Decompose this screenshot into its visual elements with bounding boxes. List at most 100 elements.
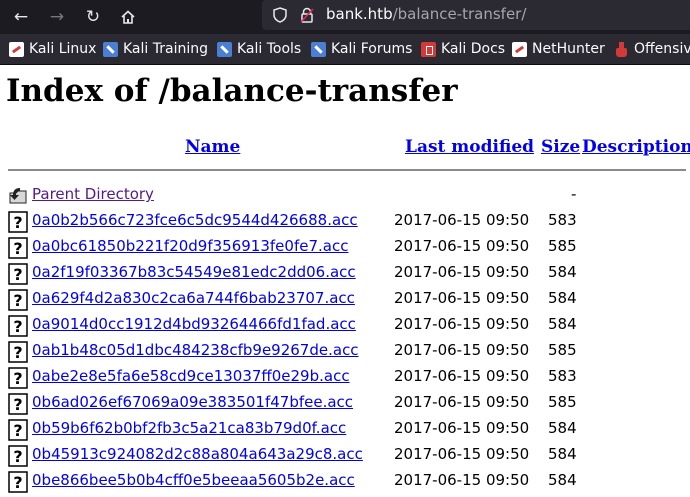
bookmark-offensive[interactable]: Offensive <box>614 40 690 58</box>
reload-icon[interactable]: ↻ <box>80 4 106 30</box>
svg-text:?: ? <box>13 473 22 492</box>
bookmark-label: NetHunter <box>532 41 605 57</box>
file-row: ? 0a2f19f03367b83c54549e81edc2dd06.acc 2… <box>0 261 690 285</box>
unknown-file-icon: ? <box>8 419 28 441</box>
file-row: ? 0b6ad026ef67069a09e383501f47bfee.acc 2… <box>0 391 690 415</box>
bookmark-kali-tools[interactable]: Kali Tools <box>217 40 301 58</box>
file-link[interactable]: 0a0b2b566c723fce6c5dc9544d426688.acc <box>32 211 358 229</box>
file-link[interactable]: 0be866bee5b0b4cff0e5beeaa5605b2e.acc <box>32 471 355 489</box>
unknown-file-icon: ? <box>8 341 28 363</box>
url-bar[interactable]: bank.htb/balance-transfer/ <box>262 0 690 30</box>
shield-icon[interactable] <box>271 6 289 24</box>
back-folder-icon <box>9 188 27 204</box>
file-link[interactable]: 0a0bc61850b221f20d9f356913fe0fe7.acc <box>32 237 348 255</box>
unknown-file-icon: ? <box>8 237 28 259</box>
bookmark-kali-training[interactable]: Kali Training <box>103 40 208 58</box>
url-text: bank.htb/balance-transfer/ <box>326 5 526 23</box>
file-modified: 2017-06-15 09:50 <box>394 315 530 333</box>
unknown-file-icon: ? <box>8 211 28 233</box>
parent-directory-row: Parent Directory - <box>0 183 690 207</box>
svg-text:?: ? <box>13 369 22 388</box>
file-row: ? 0a0bc61850b221f20d9f356913fe0fe7.acc 2… <box>0 235 690 259</box>
directory-listing-page: Index of /balance-transfer Name Last mod… <box>0 65 690 497</box>
column-header-size[interactable]: Size <box>541 137 580 157</box>
file-size: 584 <box>548 471 577 489</box>
file-link[interactable]: 0b45913c924082d2c88a804a643a29c8.acc <box>32 445 363 463</box>
bookmark-label: Kali Linux <box>29 41 97 57</box>
bookmark-label: Offensive <box>634 41 690 57</box>
bookmark-kali-linux[interactable]: Kali Linux <box>9 40 96 58</box>
bookmark-label: Kali Tools <box>237 41 302 57</box>
svg-text:?: ? <box>13 239 22 258</box>
parent-directory-size: - <box>571 185 577 203</box>
column-header-last-modified[interactable]: Last modified <box>405 137 534 157</box>
file-row: ? 0b45913c924082d2c88a804a643a29c8.acc 2… <box>0 443 690 467</box>
file-row: ? 0a9014d0cc1912d4bd93264466fd1fad.acc 2… <box>0 313 690 337</box>
file-size: 585 <box>548 393 577 411</box>
column-header-name[interactable]: Name <box>185 137 240 157</box>
svg-text:?: ? <box>13 291 22 310</box>
file-modified: 2017-06-15 09:50 <box>394 367 530 385</box>
file-size: 583 <box>548 211 577 229</box>
file-size: 584 <box>548 445 577 463</box>
file-size: 584 <box>548 419 577 437</box>
svg-text:?: ? <box>13 447 22 466</box>
unknown-file-icon: ? <box>8 367 28 389</box>
svg-text:?: ? <box>13 343 22 362</box>
insecure-lock-icon[interactable] <box>298 6 316 24</box>
file-link[interactable]: 0a2f19f03367b83c54549e81edc2dd06.acc <box>32 263 356 281</box>
unknown-file-icon: ? <box>8 471 28 493</box>
file-row: ? 0a0b2b566c723fce6c5dc9544d426688.acc 2… <box>0 209 690 233</box>
file-row: ? 0b59b6f62b0bf2fb3c5a21ca83b79d0f.acc 2… <box>0 417 690 441</box>
svg-text:?: ? <box>13 265 22 284</box>
file-row: ? 0abe2e8e5fa6e58cd9ce13037ff0e29b.acc 2… <box>0 365 690 389</box>
bookmark-label: Kali Training <box>123 41 208 57</box>
unknown-file-icon: ? <box>8 315 28 337</box>
home-icon[interactable] <box>115 4 141 30</box>
bookmark-kali-docs[interactable]: Kali Docs <box>421 40 505 58</box>
offensive-security-icon <box>614 41 629 57</box>
bookmarks-bar: Kali Linux Kali Training Kali Tools Kali… <box>0 34 690 65</box>
bookmark-kali-forums[interactable]: Kali Forums <box>311 40 412 58</box>
bookmark-nethunter[interactable]: NetHunter <box>512 40 605 58</box>
unknown-file-icon: ? <box>8 445 28 467</box>
kali-training-icon <box>103 41 118 57</box>
column-header-description[interactable]: Description <box>582 137 690 157</box>
url-host: bank.htb <box>326 5 393 23</box>
file-size: 584 <box>548 289 577 307</box>
unknown-file-icon: ? <box>8 289 28 311</box>
file-modified: 2017-06-15 09:50 <box>394 237 530 255</box>
kali-forums-icon <box>311 41 326 57</box>
file-link[interactable]: 0a629f4d2a830c2ca6a744f6bab23707.acc <box>32 289 355 307</box>
file-modified: 2017-06-15 09:50 <box>394 289 530 307</box>
file-modified: 2017-06-15 09:50 <box>394 471 530 489</box>
file-row: ? 0a629f4d2a830c2ca6a744f6bab23707.acc 2… <box>0 287 690 311</box>
file-size: 584 <box>548 315 577 333</box>
file-modified: 2017-06-15 09:50 <box>394 263 530 281</box>
svg-text:?: ? <box>13 317 22 336</box>
page-title: Index of /balance-transfer <box>6 73 458 109</box>
file-link[interactable]: 0abe2e8e5fa6e58cd9ce13037ff0e29b.acc <box>32 367 350 385</box>
svg-text:?: ? <box>13 395 22 414</box>
file-size: 583 <box>548 367 577 385</box>
file-modified: 2017-06-15 09:50 <box>394 393 530 411</box>
browser-toolbar: ← → ↻ bank.htb/balance-transfer/ <box>0 0 690 34</box>
parent-directory-link[interactable]: Parent Directory <box>32 185 154 203</box>
file-size: 584 <box>548 263 577 281</box>
file-link[interactable]: 0b59b6f62b0bf2fb3c5a21ca83b79d0f.acc <box>32 419 346 437</box>
kali-icon <box>9 41 24 57</box>
header-divider <box>8 169 686 171</box>
svg-text:?: ? <box>13 213 22 232</box>
file-link[interactable]: 0ab1b48c05d1dbc484238cfb9e9267de.acc <box>32 341 359 359</box>
file-size: 585 <box>548 341 577 359</box>
bookmark-label: Kali Forums <box>331 41 413 57</box>
url-path: /balance-transfer/ <box>392 5 527 23</box>
file-link[interactable]: 0a9014d0cc1912d4bd93264466fd1fad.acc <box>32 315 356 333</box>
file-row: ? 0be866bee5b0b4cff0e5beeaa5605b2e.acc 2… <box>0 469 690 493</box>
unknown-file-icon: ? <box>8 393 28 415</box>
file-link[interactable]: 0b6ad026ef67069a09e383501f47bfee.acc <box>32 393 353 411</box>
forward-icon[interactable]: → <box>44 4 70 30</box>
file-modified: 2017-06-15 09:50 <box>394 211 530 229</box>
back-icon[interactable]: ← <box>8 4 34 30</box>
svg-text:?: ? <box>13 421 22 440</box>
